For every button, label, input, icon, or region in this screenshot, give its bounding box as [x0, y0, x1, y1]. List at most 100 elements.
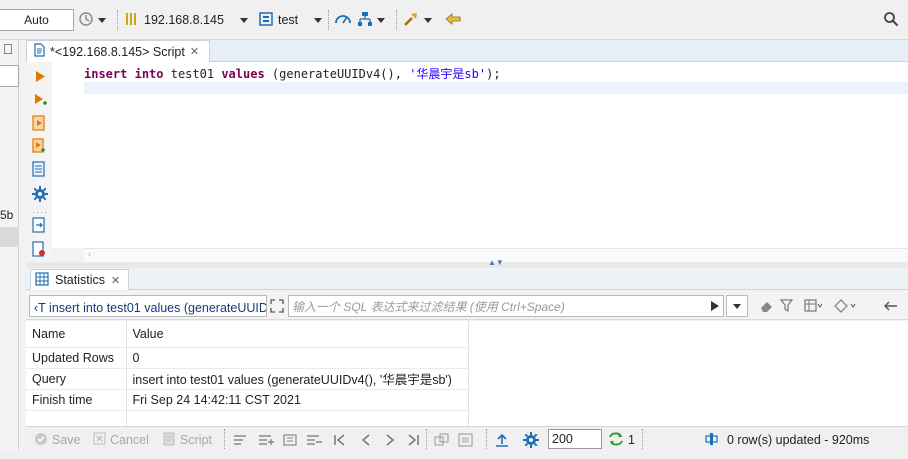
script-label: Script	[180, 433, 212, 447]
edit-row-icon[interactable]	[233, 432, 249, 448]
settings-button[interactable]	[32, 186, 48, 205]
transaction-mode-value: Auto	[24, 13, 49, 27]
explain-plan-button[interactable]	[32, 161, 46, 180]
fetch-size-input[interactable]: 200	[548, 429, 602, 449]
execute-in-new-tab-button[interactable]	[34, 93, 48, 110]
tab-sql-script[interactable]: *<192.168.8.145> Script ✕	[26, 40, 211, 62]
close-icon[interactable]: ✕	[111, 274, 120, 287]
table-view-icon[interactable]	[804, 298, 824, 314]
refresh-count: 1	[628, 433, 635, 447]
sql-string-literal: '华晨宇是sb'	[409, 67, 487, 81]
navigator-panel-edge: 5b	[0, 40, 19, 459]
fetch-size-value: 200	[552, 432, 573, 446]
transaction-mode-combo[interactable]: Auto	[0, 9, 74, 31]
sql-code-line[interactable]: insert into test01 values (generateUUIDv…	[84, 65, 501, 82]
stat-value-cell[interactable]: insert into test01 values (generateUUIDv…	[126, 368, 469, 390]
toolbar-divider	[328, 10, 329, 30]
schema-icon	[258, 11, 274, 30]
layout-toggle-icon[interactable]	[434, 432, 450, 448]
toolbar-grip: ····	[32, 207, 48, 217]
execute-statement-button[interactable]	[34, 70, 46, 86]
sql-keyword: values	[221, 67, 265, 81]
column-header-value[interactable]: Value	[126, 321, 469, 348]
table-row[interactable]: Query insert into test01 values (generat…	[26, 368, 469, 390]
connection-selector[interactable]: 192.168.8.145	[124, 9, 248, 31]
stat-value-cell[interactable]: Fri Sep 24 14:42:11 CST 2021	[126, 389, 469, 411]
first-page-icon[interactable]	[333, 432, 347, 448]
stat-name-cell[interactable]: Query	[26, 368, 127, 390]
database-selector[interactable]: test	[258, 9, 323, 31]
chevron-down-icon	[377, 17, 385, 23]
next-page-icon[interactable]	[384, 432, 396, 448]
filter-settings-icon[interactable]	[780, 298, 796, 314]
sql-editor[interactable]: insert into test01 values (generateUUIDv…	[52, 62, 908, 248]
explain-plan-icon	[32, 161, 46, 180]
dashboard-button[interactable]	[334, 9, 352, 31]
execute-script-new-tab-button[interactable]	[32, 138, 46, 157]
switch-active-button[interactable]	[444, 9, 462, 31]
play-icon	[34, 71, 46, 86]
close-icon[interactable]: ✕	[190, 45, 199, 58]
panels-toggle-icon[interactable]	[834, 298, 858, 314]
last-page-icon[interactable]	[406, 432, 420, 448]
toolbar-divider	[117, 10, 118, 30]
column-header-name[interactable]: Name	[26, 321, 127, 348]
expand-filter-icon[interactable]	[270, 298, 284, 314]
add-row-icon[interactable]	[258, 432, 274, 448]
previous-page-icon[interactable]	[360, 432, 372, 448]
table-row[interactable]: Updated Rows 0	[26, 347, 469, 369]
stat-value-cell[interactable]: 0	[126, 347, 469, 369]
network-icon	[357, 11, 373, 30]
splitter-arrows-icon[interactable]: ▲▼	[488, 258, 504, 267]
scroll-left-arrow-icon[interactable]: ‹	[88, 249, 91, 260]
stat-name-cell[interactable]: Updated Rows	[26, 347, 127, 369]
tools-button[interactable]	[402, 9, 432, 31]
execution-status: 0 row(s) updated - 920ms	[705, 432, 869, 448]
chevron-down-icon	[314, 17, 323, 23]
chevron-down-icon	[98, 17, 106, 23]
current-line-highlight	[84, 82, 908, 94]
sql-function-call: (generateUUIDv4(),	[271, 67, 410, 81]
network-button[interactable]	[357, 9, 385, 31]
refresh-button[interactable]: 1	[608, 432, 635, 448]
execute-script-button[interactable]	[32, 115, 46, 134]
copy-row-icon[interactable]	[283, 432, 299, 448]
active-query-field[interactable]: ‹T insert into test01 values (generateUU…	[29, 295, 267, 317]
play-new-tab-icon	[34, 94, 48, 110]
cancel-label: Cancel	[110, 433, 149, 447]
status-info-icon	[705, 432, 721, 449]
save-button[interactable]: Save	[34, 432, 81, 448]
tab-statistics[interactable]: Statistics ✕	[30, 269, 130, 290]
delete-row-icon[interactable]	[306, 432, 322, 448]
clear-filter-icon[interactable]	[759, 298, 775, 314]
cancel-button[interactable]: Cancel	[93, 432, 149, 448]
panel-view-icon[interactable]	[458, 432, 474, 448]
search-button[interactable]	[883, 9, 899, 31]
database-connection-icon	[124, 11, 140, 30]
transaction-history-button[interactable]	[78, 9, 106, 31]
navigator-selected-row[interactable]	[0, 227, 19, 247]
check-circle-icon	[34, 432, 48, 449]
collapse-panel-icon[interactable]	[884, 298, 898, 314]
dashboard-icon	[334, 11, 352, 30]
script-button[interactable]: Script	[162, 432, 212, 448]
results-status-bar: Save Cancel Script 200 1 0 row(s) update…	[26, 426, 908, 450]
load-script-button[interactable]	[32, 241, 46, 260]
stat-name-cell[interactable]: Finish time	[26, 389, 127, 411]
table-row[interactable]: Finish time Fri Sep 24 14:42:11 CST 2021	[26, 389, 469, 411]
statusbar-divider	[486, 429, 487, 449]
table-header-row: Name Value	[26, 321, 469, 348]
export-button[interactable]	[32, 217, 46, 236]
document-error-icon	[32, 241, 46, 260]
filter-expression-input[interactable]: 输入一个 SQL 表达式来过滤结果 (使用 Ctrl+Space)	[288, 295, 724, 317]
fetch-settings-gear-icon[interactable]	[523, 432, 539, 448]
filter-history-dropdown[interactable]	[726, 295, 748, 317]
export-data-icon[interactable]	[494, 432, 510, 448]
panel-tab-marker	[4, 44, 12, 54]
sql-table-name: test01	[170, 67, 215, 81]
statusbar-divider	[224, 429, 225, 449]
window-bottom-edge	[0, 450, 908, 459]
script-run-new-tab-icon	[32, 138, 46, 157]
apply-filter-icon[interactable]	[710, 298, 720, 314]
navigator-filter-input[interactable]	[0, 65, 19, 87]
